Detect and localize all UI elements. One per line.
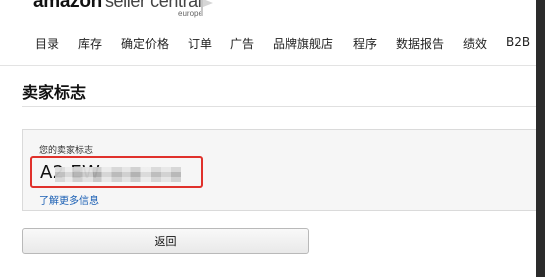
nav-item-orders[interactable]: 订单 xyxy=(188,35,212,52)
top-header: amazon seller central europe 目录 库存 确定价格 订… xyxy=(0,0,536,66)
nav-item-inventory[interactable]: 库存 xyxy=(78,35,102,52)
nav-item-advertising[interactable]: 广告 xyxy=(230,35,254,52)
learn-more-link[interactable]: 了解更多信息 xyxy=(39,192,99,207)
seller-central-logo[interactable]: amazon seller central europe xyxy=(33,0,203,18)
nav-item-b2b[interactable]: B2B xyxy=(506,35,530,49)
seller-token-label: 您的卖家标志 xyxy=(39,146,94,156)
logo-amazon-text: amazon xyxy=(33,0,102,12)
flag-icon[interactable] xyxy=(200,0,214,16)
nav-item-programs[interactable]: 程序 xyxy=(353,35,377,52)
main-navigation: 目录 库存 确定价格 订单 广告 品牌旗舰店 程序 数据报告 绩效 B2B xyxy=(0,35,536,55)
nav-item-catalog[interactable]: 目录 xyxy=(35,35,59,52)
nav-item-pricing[interactable]: 确定价格 xyxy=(121,35,169,52)
nav-item-performance[interactable]: 绩效 xyxy=(463,35,487,52)
token-redaction-blur xyxy=(55,167,181,182)
nav-item-stores[interactable]: 品牌旗舰店 xyxy=(273,35,333,52)
nav-item-reports[interactable]: 数据报告 xyxy=(396,35,444,52)
back-button[interactable]: 返回 xyxy=(22,228,309,254)
seller-token-panel: 您的卖家标志 A2 EW 了解更多信息 xyxy=(22,129,537,211)
title-divider xyxy=(22,106,536,107)
window-edge-scrollbar xyxy=(536,0,545,277)
page-title: 卖家标志 xyxy=(22,83,87,102)
